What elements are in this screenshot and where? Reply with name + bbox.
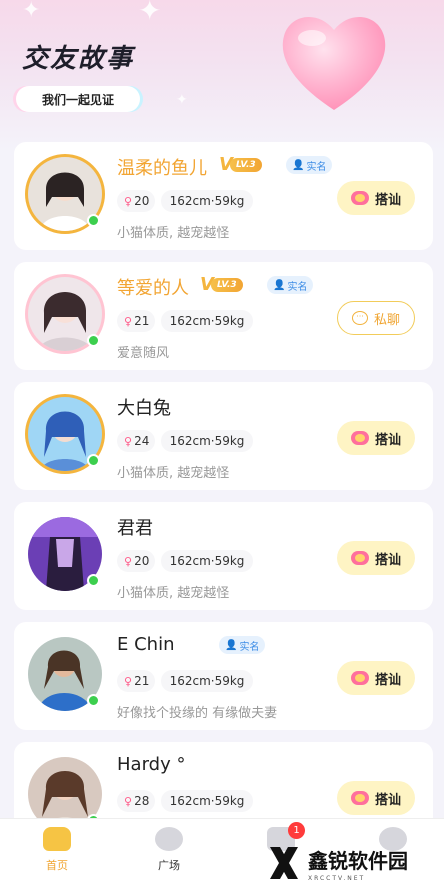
online-indicator bbox=[87, 214, 100, 227]
page-header: ✦ ✦ ✦ 交友故事 我们一起见证 bbox=[0, 0, 444, 150]
age-tag: ♀ 20 bbox=[117, 550, 155, 572]
online-indicator bbox=[87, 454, 100, 467]
greet-icon bbox=[350, 671, 369, 685]
user-card[interactable]: E Chin 👤 实名 ♀ 21 162cm·59kg 好像找个投缘的 有缘做夫妻… bbox=[14, 622, 433, 730]
online-indicator bbox=[87, 694, 100, 707]
greet-icon bbox=[350, 791, 369, 805]
user-name: 温柔的鱼儿 bbox=[117, 158, 207, 179]
user-name: E Chin bbox=[117, 634, 175, 655]
user-card[interactable]: 君君 ♀ 20 162cm·59kg 小猫体质, 越宠越怪 搭讪 bbox=[14, 502, 433, 610]
tab-home[interactable]: 首页 bbox=[27, 827, 87, 883]
age-tag: ♀ 21 bbox=[117, 310, 155, 332]
age-tag: ♀ 20 bbox=[117, 190, 155, 212]
height-weight-tag: 162cm·59kg bbox=[161, 550, 253, 572]
user-bio: 爱意随风 bbox=[117, 346, 170, 361]
tab-plaza[interactable]: 广场 bbox=[139, 827, 199, 883]
page-subtitle: 我们一起见证 bbox=[16, 86, 140, 112]
user-bio: 小猫体质, 越宠越怪 bbox=[117, 466, 230, 481]
page-title: 交友故事 bbox=[22, 44, 135, 74]
female-icon: ♀ bbox=[124, 794, 133, 808]
person-icon: 👤 bbox=[292, 159, 305, 171]
sparkle-icon: ✦ bbox=[138, 0, 162, 27]
greet-button[interactable]: 搭讪 bbox=[337, 781, 415, 815]
planet-icon bbox=[155, 827, 183, 851]
female-icon: ♀ bbox=[124, 194, 133, 208]
height-weight-tag: 162cm·59kg bbox=[161, 310, 253, 332]
chat-bubble-icon: ··· bbox=[351, 311, 368, 325]
person-icon: 👤 bbox=[273, 279, 286, 291]
watermark: 鑫锐软件园 XRCCTV.NET bbox=[268, 838, 444, 888]
person-icon: 👤 bbox=[225, 639, 238, 651]
sparkle-icon: ✦ bbox=[176, 92, 188, 108]
age-tag: ♀ 21 bbox=[117, 670, 155, 692]
greet-button[interactable]: 搭讪 bbox=[337, 421, 415, 455]
user-bio: 小猫体质, 越宠越怪 bbox=[117, 226, 230, 241]
female-icon: ♀ bbox=[124, 674, 133, 688]
watermark-logo-icon bbox=[270, 847, 298, 879]
greet-button[interactable]: 搭讪 bbox=[337, 541, 415, 575]
user-name: Hardy ° bbox=[117, 754, 186, 775]
level-badge: V LV.3 bbox=[219, 156, 262, 174]
heart-icon bbox=[274, 6, 394, 118]
female-icon: ♀ bbox=[124, 434, 133, 448]
height-weight-tag: 162cm·59kg bbox=[161, 430, 253, 452]
greet-icon bbox=[350, 431, 369, 445]
online-indicator bbox=[87, 574, 100, 587]
user-bio: 小猫体质, 越宠越怪 bbox=[117, 586, 230, 601]
greet-button[interactable]: 搭讪 bbox=[337, 661, 415, 695]
home-icon bbox=[43, 827, 71, 851]
greet-icon bbox=[350, 191, 369, 205]
age-tag: ♀ 24 bbox=[117, 430, 155, 452]
sparkle-icon: ✦ bbox=[22, 0, 41, 23]
user-card[interactable]: 等爱的人 V LV.3 👤 实名 ♀ 21 162cm·59kg 爱意随风 ···… bbox=[14, 262, 433, 370]
greet-button[interactable]: 搭讪 bbox=[337, 181, 415, 215]
user-name: 君君 bbox=[117, 518, 153, 539]
user-name: 大白兔 bbox=[117, 398, 171, 419]
female-icon: ♀ bbox=[124, 554, 133, 568]
user-bio: 好像找个投缘的 有缘做夫妻 bbox=[117, 706, 278, 721]
greet-icon bbox=[350, 551, 369, 565]
online-indicator bbox=[87, 334, 100, 347]
height-weight-tag: 162cm·59kg bbox=[161, 670, 253, 692]
verified-badge: 👤 实名 bbox=[267, 276, 314, 294]
level-badge: V LV.3 bbox=[200, 276, 243, 294]
user-card[interactable]: 大白兔 ♀ 24 162cm·59kg 小猫体质, 越宠越怪 搭讪 bbox=[14, 382, 433, 490]
age-tag: ♀ 28 bbox=[117, 790, 155, 812]
height-weight-tag: 162cm·59kg bbox=[161, 190, 253, 212]
chat-button[interactable]: ··· 私聊 bbox=[337, 301, 415, 335]
female-icon: ♀ bbox=[124, 314, 133, 328]
verified-badge: 👤 实名 bbox=[219, 636, 266, 654]
height-weight-tag: 162cm·59kg bbox=[161, 790, 253, 812]
user-name: 等爱的人 bbox=[117, 278, 189, 299]
user-card[interactable]: 温柔的鱼儿 V LV.3 👤 实名 ♀ 20 162cm·59kg 小猫体质, 越… bbox=[14, 142, 433, 250]
verified-badge: 👤 实名 bbox=[286, 156, 333, 174]
message-count-badge: 1 bbox=[288, 822, 305, 839]
